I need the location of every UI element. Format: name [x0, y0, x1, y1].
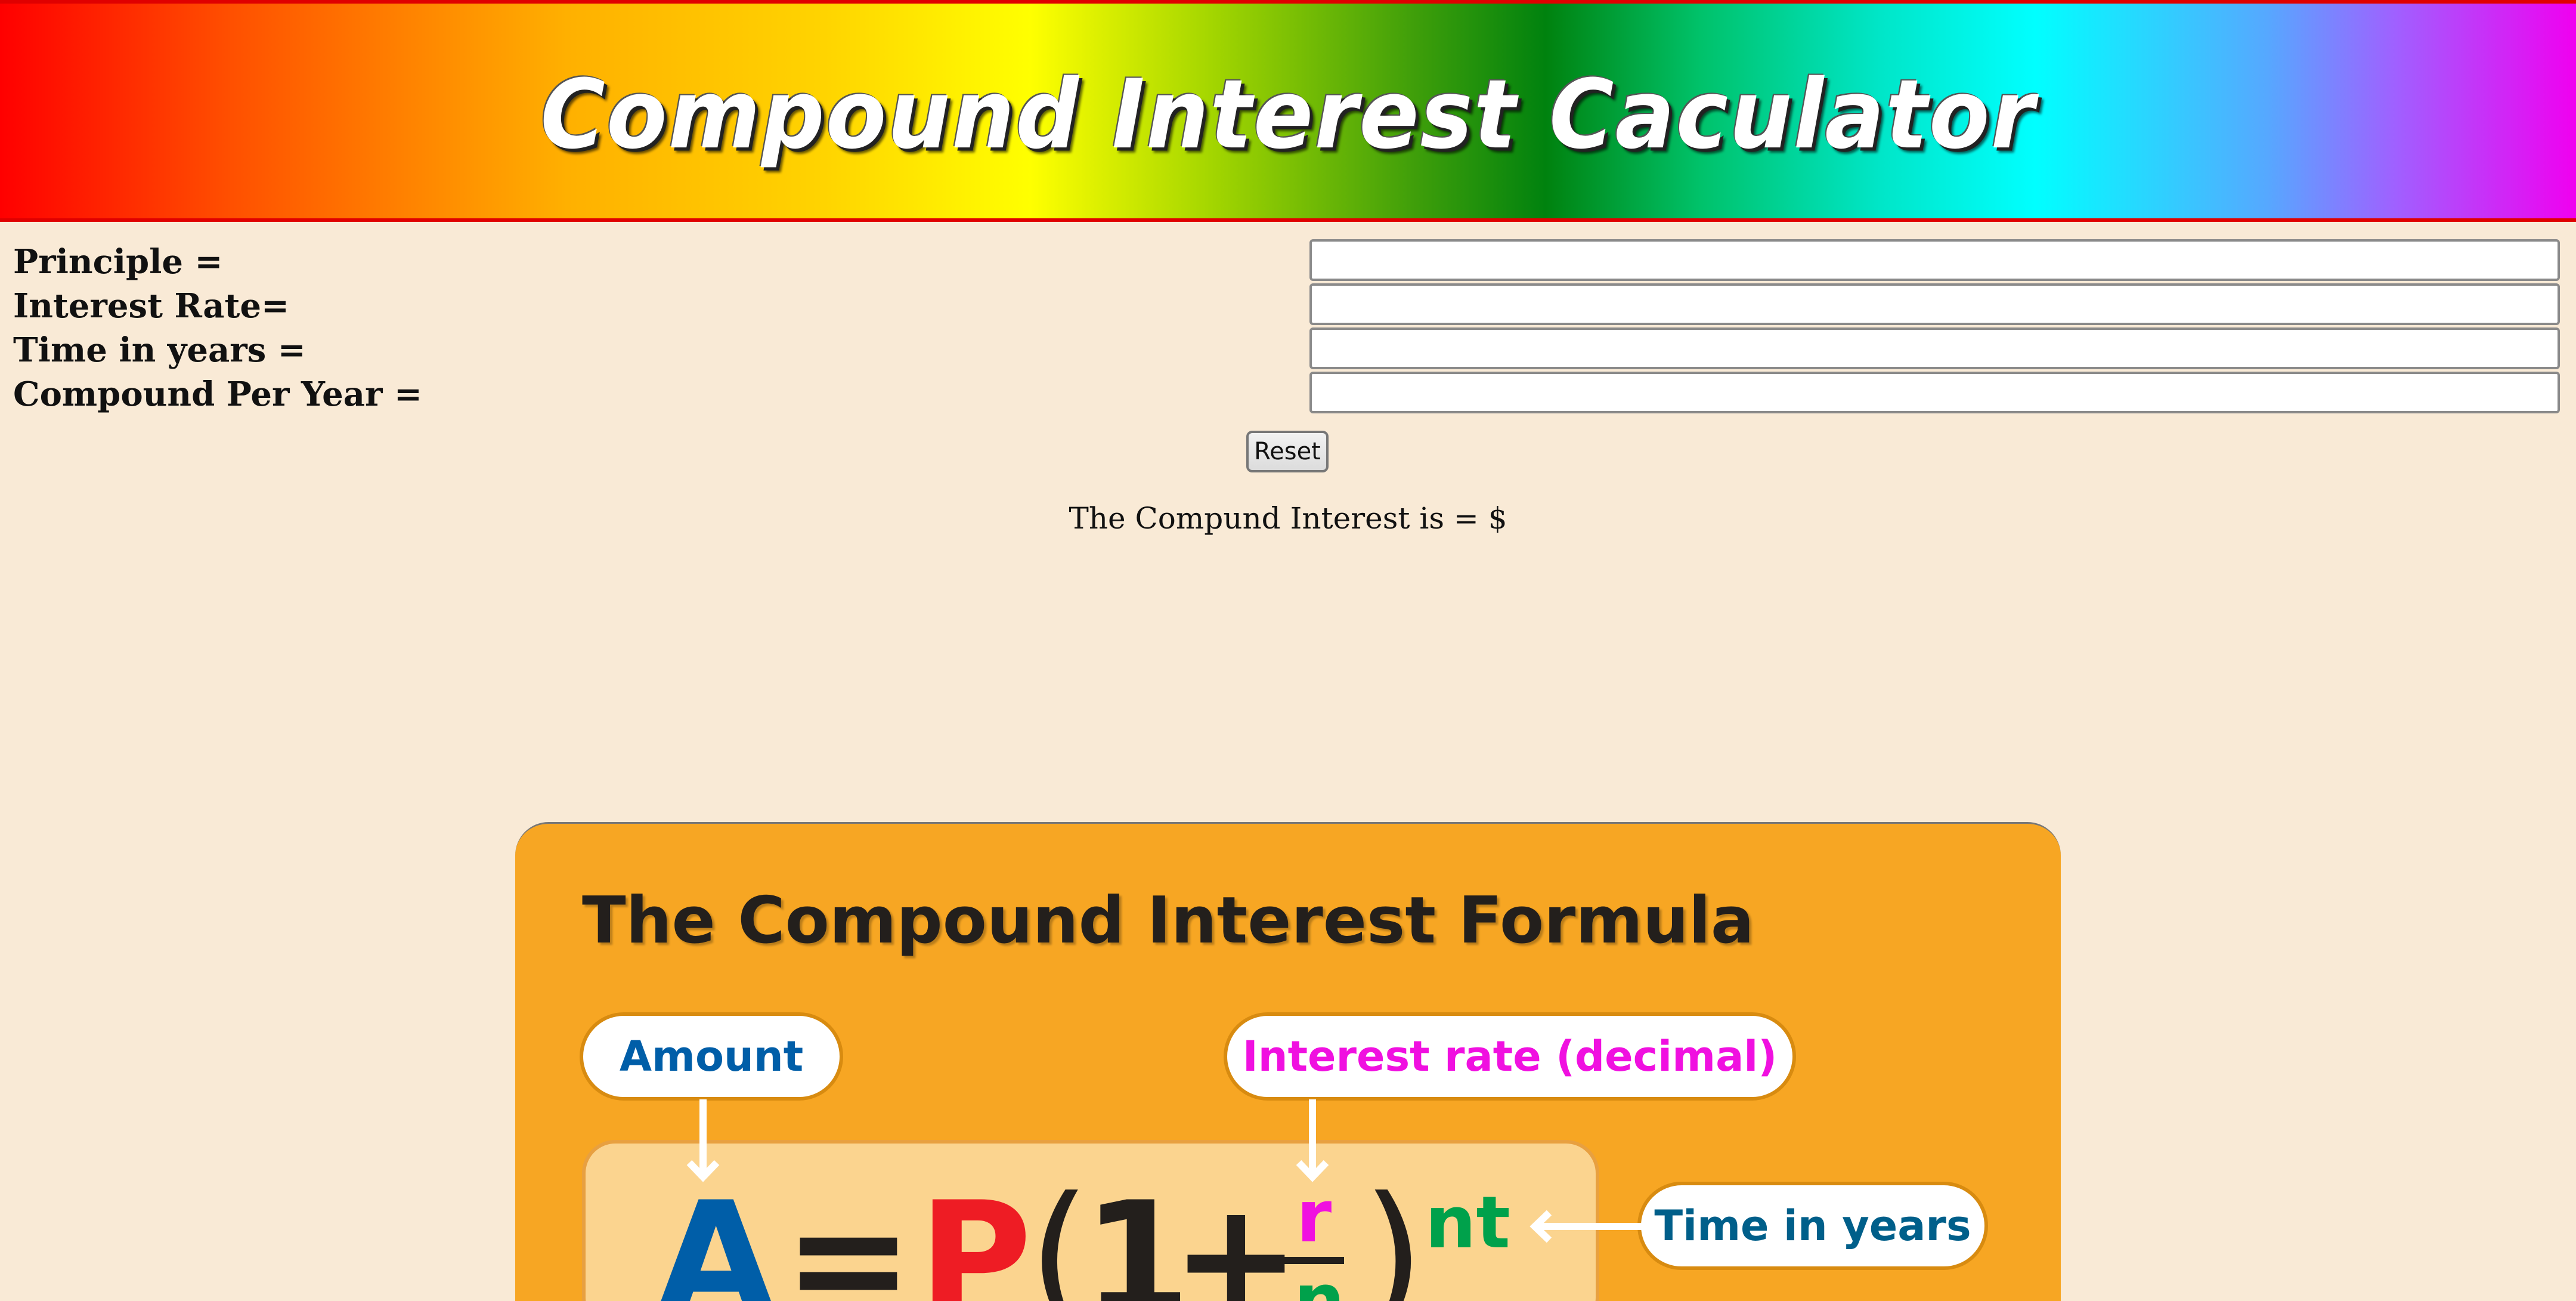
equation-equals: =: [784, 1169, 914, 1301]
equation-exponent: nt: [1425, 1182, 1510, 1265]
equation-open-paren: (: [1028, 1162, 1091, 1301]
compound-per-year-input[interactable]: [1309, 372, 2560, 413]
amount-callout: Amount: [580, 1012, 843, 1101]
equation-plus: +: [1171, 1169, 1301, 1301]
interest-rate-input[interactable]: [1309, 283, 2560, 325]
formula-title: The Compound Interest Formula: [582, 883, 1754, 958]
equation-rate: r: [1296, 1176, 1332, 1259]
equation-close-paren: ): [1362, 1162, 1425, 1301]
interest-rate-callout: Interest rate (decimal): [1224, 1012, 1796, 1101]
time-callout: Time in years: [1637, 1182, 1988, 1270]
principle-input[interactable]: [1309, 239, 2560, 281]
time-in-years-input[interactable]: [1309, 327, 2560, 369]
amount-callout-label: Amount: [619, 1032, 804, 1081]
equation-principal: P: [918, 1169, 1032, 1301]
equation-n: n: [1294, 1259, 1345, 1301]
interest-rate-callout-label: Interest rate (decimal): [1242, 1032, 1778, 1081]
interest-rate-label: Interest Rate=: [13, 286, 289, 326]
principle-label: Principle =: [13, 242, 223, 282]
compound-per-year-label: Compound Per Year =: [13, 375, 422, 414]
time-in-years-label: Time in years =: [13, 330, 306, 370]
reset-button[interactable]: Reset: [1246, 431, 1329, 472]
header-banner: Compound Interest Caculator: [0, 0, 2576, 222]
page-title: Compound Interest Caculator: [540, 59, 2036, 170]
left-arrow-icon: [1530, 1210, 1642, 1243]
result-text: The Compund Interest is = $: [1069, 501, 1507, 536]
equation-amount: A: [656, 1169, 776, 1301]
formula-image: The Compound Interest Formula Amount Int…: [515, 822, 2061, 1301]
time-callout-label: Time in years: [1654, 1201, 1971, 1250]
